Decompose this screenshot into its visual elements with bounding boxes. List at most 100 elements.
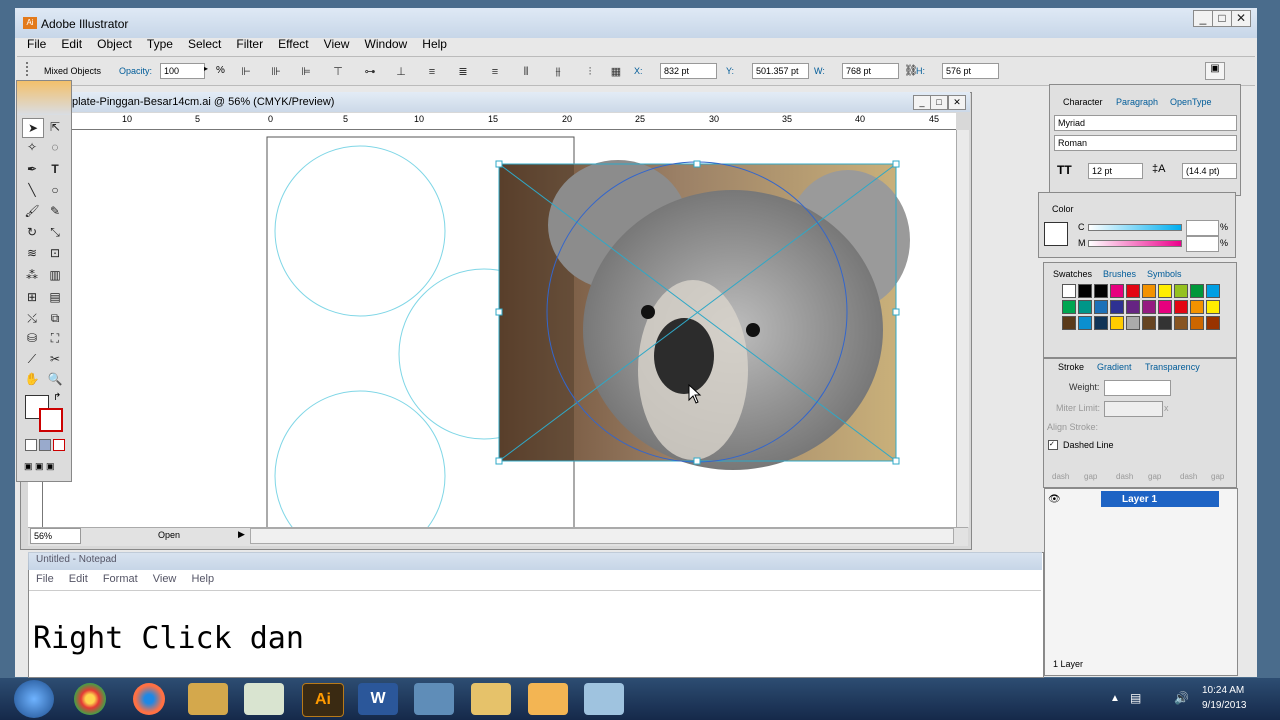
distribute-middle-icon[interactable]: ≣ [455,66,471,78]
swatch[interactable] [1190,300,1204,314]
files-icon[interactable] [244,683,284,715]
menu-effect[interactable]: Effect [278,37,308,51]
swatch[interactable] [1206,316,1220,330]
mesh-tool-icon[interactable]: ⊞ [22,288,42,306]
notepad-menu-edit[interactable]: Edit [69,573,88,585]
m-slider[interactable] [1088,240,1182,247]
layer-row-layer-1[interactable] [1101,491,1219,507]
panel-menu-icon[interactable]: ▣ [1205,62,1225,80]
align-middle-icon[interactable]: ⊶ [362,66,378,78]
pen-tool-icon[interactable]: ✒ [22,160,42,178]
menu-object[interactable]: Object [97,37,132,51]
visibility-eye-icon[interactable]: 👁 [1048,494,1061,505]
hand-tool-icon[interactable]: ✋ [22,370,42,388]
notepad-icon[interactable] [584,683,624,715]
picture-icon[interactable] [414,683,454,715]
swatch[interactable] [1110,284,1124,298]
blend-tool-icon[interactable]: ⧉ [45,309,65,327]
m-input[interactable] [1186,236,1219,252]
screen-mode-icon[interactable]: ▣ ▣ ▣ [24,461,64,471]
magic-wand-tool-icon[interactable]: ✧ [22,138,42,156]
volume-icon[interactable]: 🔊 [1174,691,1189,705]
swatch[interactable] [1142,284,1156,298]
color-tab[interactable]: Color [1052,204,1074,214]
swatch[interactable] [1158,316,1172,330]
selection-tool-icon[interactable]: ➤ [22,118,44,138]
firefox-icon[interactable] [133,683,165,715]
rotate-tool-icon[interactable]: ↻ [22,223,42,241]
miter-input[interactable] [1104,401,1163,417]
leading-input[interactable]: (14.4 pt) [1182,163,1237,179]
character-tab[interactable]: Character [1063,97,1103,107]
graph-tool-icon[interactable]: ▥ [45,266,65,284]
swap-colors-icon[interactable]: ↱ [53,392,61,403]
distribute-left-icon[interactable]: ⫴ [518,66,534,78]
word-icon[interactable]: W [358,683,398,715]
opacity-dropdown-icon[interactable]: ▸ [204,64,208,73]
notepad-menu-help[interactable]: Help [191,573,214,585]
notepad-menu-format[interactable]: Format [103,573,138,585]
notepad-menu-view[interactable]: View [153,573,177,585]
swatch[interactable] [1190,284,1204,298]
swatch[interactable] [1062,284,1076,298]
stroke-tab[interactable]: Stroke [1058,362,1084,372]
close-button[interactable]: ✕ [1231,10,1251,27]
menu-help[interactable]: Help [422,37,447,51]
network-icon[interactable]: ▤ [1130,691,1141,705]
lasso-tool-icon[interactable]: ◌ [45,138,65,156]
doc-maximize-button[interactable]: □ [930,95,948,110]
chrome-icon[interactable] [74,683,106,715]
menu-file[interactable]: File [27,37,46,51]
gradient-tool-icon[interactable]: ▤ [45,288,65,306]
scissors-tool-icon[interactable]: ✂ [45,350,65,368]
type-tool-icon[interactable]: T [45,160,65,178]
gradient-tab[interactable]: Gradient [1097,362,1132,372]
eyedropper-tool-icon[interactable]: ⤯ [22,309,42,327]
paintbrush-tool-icon[interactable]: 🖌 [22,202,42,220]
color-fill-stroke-icon[interactable] [1044,222,1068,246]
status-menu-icon[interactable]: ▶ [238,529,245,540]
minimize-button[interactable]: _ [1193,10,1213,27]
align-right-icon[interactable]: ⊫ [298,66,314,78]
swatch[interactable] [1126,316,1140,330]
artboard-canvas[interactable] [43,130,956,527]
show-hidden-icons[interactable]: ▲ [1110,693,1120,704]
menu-type[interactable]: Type [147,37,173,51]
swatch[interactable] [1094,300,1108,314]
swatch[interactable] [1110,316,1124,330]
c-input[interactable] [1186,220,1219,236]
swatch[interactable] [1094,316,1108,330]
swatch[interactable] [1126,300,1140,314]
swatch[interactable] [1206,300,1220,314]
swatch[interactable] [1158,300,1172,314]
media-player-icon[interactable] [188,683,228,715]
clock-date[interactable]: 9/19/2013 [1202,700,1247,711]
stroke-swatch[interactable] [39,408,63,432]
zoom-field[interactable]: 56% [30,528,81,544]
swatch[interactable] [1158,284,1172,298]
live-paint-tool-icon[interactable]: ⛁ [22,329,42,347]
swatch[interactable] [1078,300,1092,314]
opentype-tab[interactable]: OpenType [1170,97,1212,107]
transparency-tab[interactable]: Transparency [1145,362,1200,372]
x-input[interactable]: 832 pt [660,63,717,79]
scale-tool-icon[interactable]: ⤡ [45,223,65,241]
notepad-menu-file[interactable]: File [36,573,54,585]
swatches-tab[interactable]: Swatches [1053,269,1092,279]
symbols-tab[interactable]: Symbols [1147,269,1182,279]
paragraph-tab[interactable]: Paragraph [1116,97,1158,107]
gradient-mode-icon[interactable] [39,439,51,451]
font-size-input[interactable]: 12 pt [1088,163,1143,179]
swatch[interactable] [1142,300,1156,314]
swatch[interactable] [1174,284,1188,298]
swatch[interactable] [1062,300,1076,314]
swatch[interactable] [1078,284,1092,298]
ellipse-tool-icon[interactable]: ○ [45,181,65,199]
symbol-sprayer-tool-icon[interactable]: ⁂ [22,266,42,284]
swatch[interactable] [1190,316,1204,330]
align-center-icon[interactable]: ⊪ [268,66,284,78]
swatch[interactable] [1142,316,1156,330]
swatch[interactable] [1110,300,1124,314]
font-family-select[interactable]: Myriad [1054,115,1237,131]
illustrator-icon[interactable]: Ai [302,683,344,717]
